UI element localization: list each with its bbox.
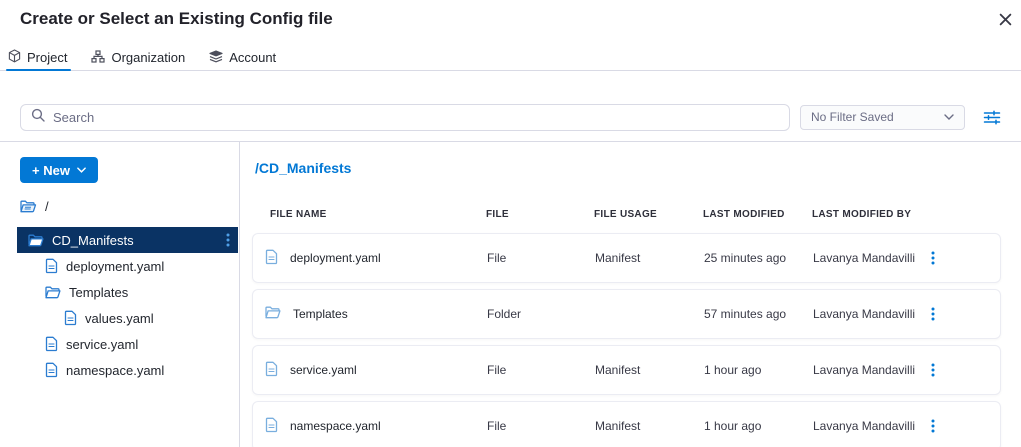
tree-item[interactable]: CD_Manifests bbox=[17, 227, 238, 253]
config-file-dialog: Create or Select an Existing Config file… bbox=[0, 0, 1021, 447]
tree-item[interactable]: / bbox=[17, 193, 238, 219]
scope-tabs: Project Organization Account bbox=[0, 45, 1021, 71]
row-last-modified: 57 minutes ago bbox=[704, 307, 813, 321]
saved-filter-dropdown[interactable]: No Filter Saved bbox=[800, 105, 965, 130]
tree-item-label: / bbox=[45, 199, 49, 214]
tab-account[interactable]: Account bbox=[209, 45, 276, 70]
organization-hierarchy-icon bbox=[91, 50, 105, 66]
row-menu-kebab-icon[interactable] bbox=[931, 419, 945, 433]
tree-item-icon bbox=[45, 258, 58, 274]
tree-item[interactable]: values.yaml bbox=[17, 305, 238, 331]
saved-filter-value: No Filter Saved bbox=[811, 110, 894, 124]
dialog-title: Create or Select an Existing Config file bbox=[20, 9, 333, 29]
tab-project[interactable]: Project bbox=[8, 45, 67, 70]
row-file-type: Folder bbox=[487, 307, 595, 321]
column-header-last-modified: LAST MODIFIED bbox=[703, 209, 812, 220]
row-menu-kebab-icon[interactable] bbox=[931, 363, 945, 377]
tab-account-label: Account bbox=[229, 50, 276, 65]
tree-item-label: service.yaml bbox=[66, 337, 138, 352]
tree-item-label: Templates bbox=[69, 285, 128, 300]
tree-item-label: CD_Manifests bbox=[52, 233, 134, 248]
row-file-name: namespace.yaml bbox=[290, 419, 381, 433]
row-menu-kebab-icon[interactable] bbox=[931, 307, 945, 321]
row-file-usage: Manifest bbox=[595, 363, 704, 377]
row-last-modified-by: Lavanya Mandavilli bbox=[813, 363, 931, 377]
account-layers-icon bbox=[209, 50, 223, 66]
tree-item[interactable]: Templates bbox=[17, 279, 238, 305]
tree-item-icon bbox=[45, 286, 61, 299]
chevron-down-icon bbox=[944, 114, 954, 120]
row-file-type: File bbox=[487, 251, 595, 265]
project-cube-icon bbox=[8, 49, 21, 66]
tree-item-icon bbox=[45, 336, 58, 352]
breadcrumb[interactable]: /CD_Manifests bbox=[255, 160, 351, 176]
tree-item-label: values.yaml bbox=[85, 311, 154, 326]
close-icon[interactable] bbox=[999, 13, 1012, 26]
tree-item[interactable]: service.yaml bbox=[17, 331, 238, 357]
row-file-name: deployment.yaml bbox=[290, 251, 381, 265]
row-file-type-icon bbox=[265, 417, 278, 436]
new-button[interactable]: + New bbox=[20, 157, 98, 183]
row-file-type-icon bbox=[265, 249, 278, 268]
row-last-modified: 1 hour ago bbox=[704, 363, 813, 377]
tab-organization[interactable]: Organization bbox=[91, 45, 185, 70]
row-file-name: service.yaml bbox=[290, 363, 357, 377]
file-tree-sidebar: + New / CD_Manifests deplo bbox=[0, 142, 240, 447]
row-file-usage: Manifest bbox=[595, 419, 704, 433]
filter-sliders-icon[interactable] bbox=[983, 110, 1001, 125]
tab-organization-label: Organization bbox=[111, 50, 185, 65]
tree-item[interactable]: namespace.yaml bbox=[17, 357, 238, 383]
tree-item-icon bbox=[45, 362, 58, 378]
row-menu-kebab-icon[interactable] bbox=[931, 251, 945, 265]
column-header-file-name: FILE NAME bbox=[270, 209, 486, 220]
column-header-file-usage: FILE USAGE bbox=[594, 209, 703, 220]
row-last-modified-by: Lavanya Mandavilli bbox=[813, 251, 931, 265]
tree-item-icon bbox=[64, 310, 77, 326]
row-file-type: File bbox=[487, 363, 595, 377]
search-box bbox=[20, 104, 790, 131]
table-header-row: FILE NAME FILE FILE USAGE LAST MODIFIED … bbox=[252, 209, 1001, 220]
row-file-type-icon bbox=[265, 361, 278, 380]
tree-item[interactable]: deployment.yaml bbox=[17, 253, 238, 279]
file-table: deployment.yaml File Manifest 25 minutes… bbox=[252, 233, 1001, 447]
row-file-type: File bbox=[487, 419, 595, 433]
table-row[interactable]: deployment.yaml File Manifest 25 minutes… bbox=[252, 233, 1001, 283]
column-header-last-modified-by: LAST MODIFIED BY bbox=[812, 209, 930, 220]
table-row[interactable]: namespace.yaml File Manifest 1 hour ago … bbox=[252, 401, 1001, 447]
row-file-type-icon bbox=[265, 306, 281, 322]
row-file-usage: Manifest bbox=[595, 251, 704, 265]
row-file-name: Templates bbox=[293, 307, 348, 321]
tree-item-menu-icon[interactable] bbox=[226, 233, 230, 247]
search-icon bbox=[31, 108, 45, 127]
toolbar: No Filter Saved bbox=[20, 103, 1001, 131]
row-last-modified: 1 hour ago bbox=[704, 419, 813, 433]
tree-item-label: deployment.yaml bbox=[66, 259, 164, 274]
tree-item-icon bbox=[20, 200, 37, 213]
tree-item-icon bbox=[28, 234, 44, 247]
row-last-modified: 25 minutes ago bbox=[704, 251, 813, 265]
table-row[interactable]: Templates Folder 57 minutes ago Lavanya … bbox=[252, 289, 1001, 339]
row-last-modified-by: Lavanya Mandavilli bbox=[813, 419, 931, 433]
tree-item-label: namespace.yaml bbox=[66, 363, 164, 378]
column-header-file: FILE bbox=[486, 209, 594, 220]
tab-project-label: Project bbox=[27, 50, 67, 65]
file-tree: / CD_Manifests deployment.yaml bbox=[0, 193, 239, 383]
new-button-label: + New bbox=[32, 163, 70, 178]
search-input[interactable] bbox=[53, 110, 779, 125]
row-last-modified-by: Lavanya Mandavilli bbox=[813, 307, 931, 321]
chevron-down-icon bbox=[77, 167, 86, 173]
folder-contents-panel: /CD_Manifests FILE NAME FILE FILE USAGE … bbox=[241, 142, 1021, 447]
table-row[interactable]: service.yaml File Manifest 1 hour ago La… bbox=[252, 345, 1001, 395]
